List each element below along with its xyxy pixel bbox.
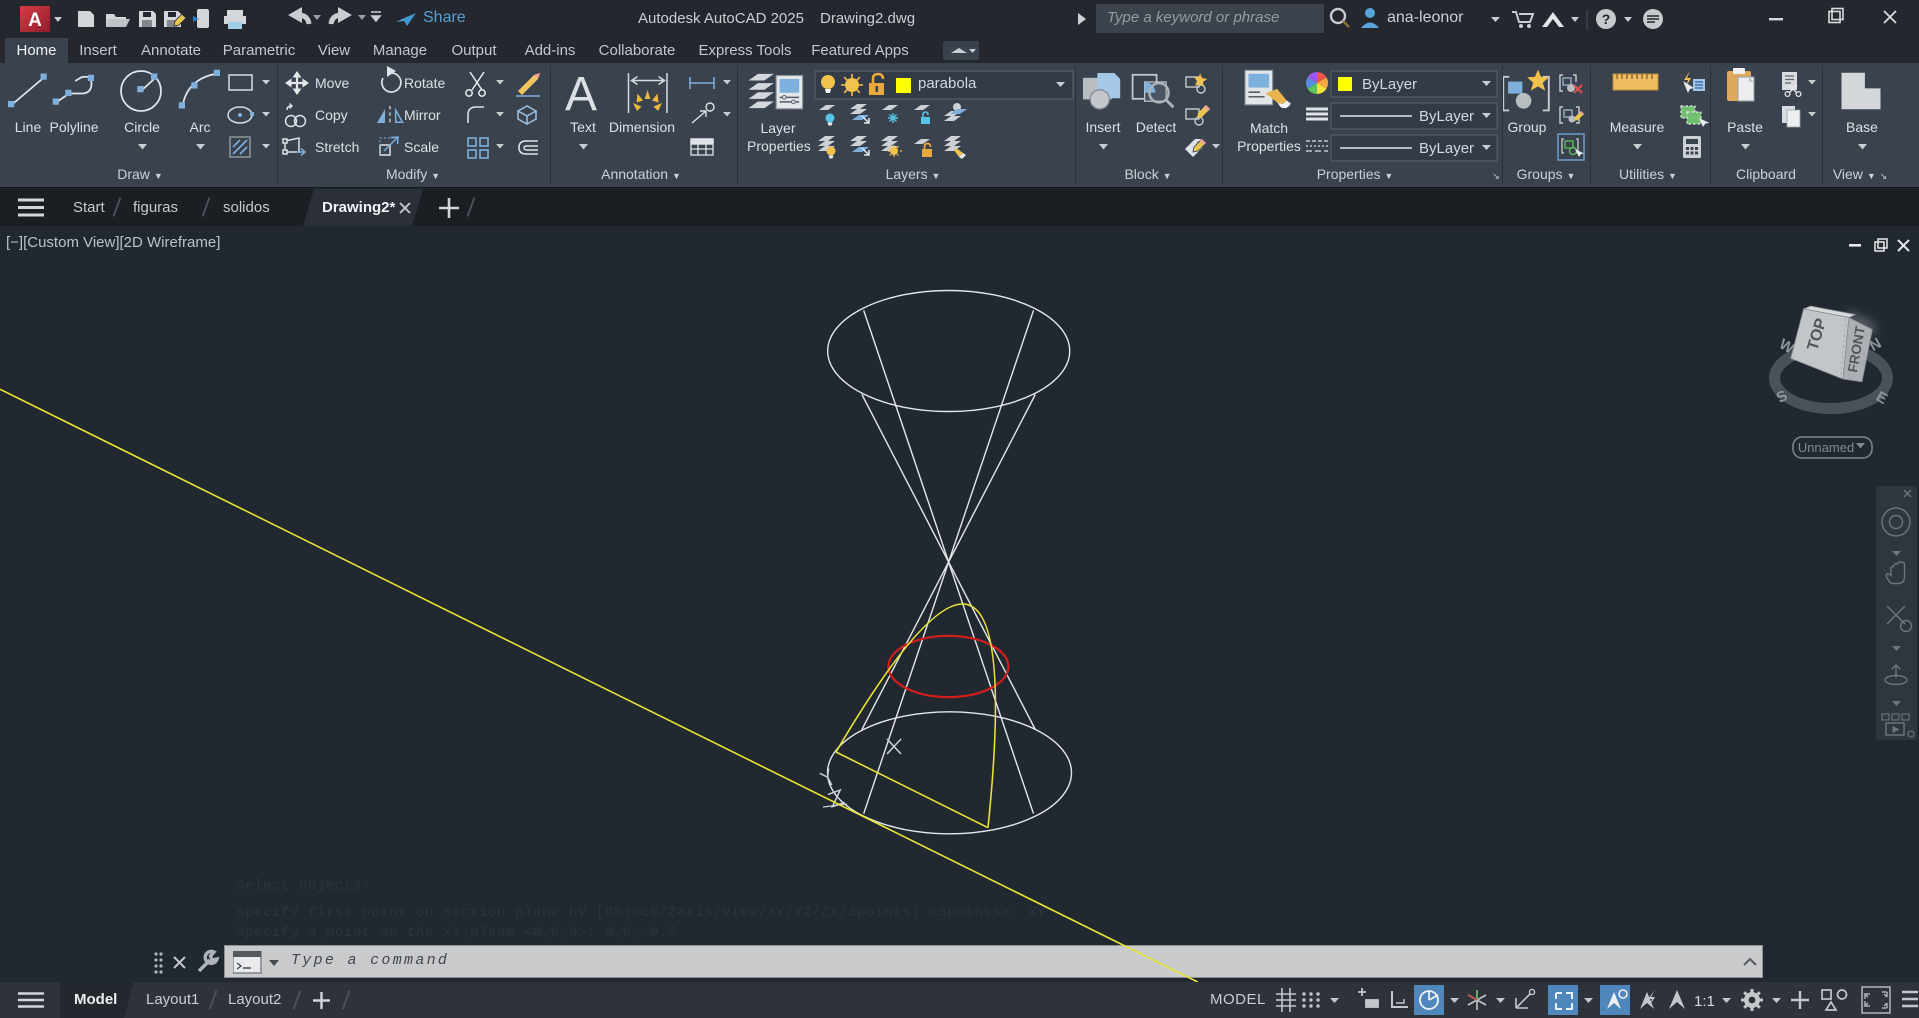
svg-text:1:1: 1:1 bbox=[1694, 993, 1715, 1010]
svg-text:?: ? bbox=[1602, 11, 1611, 27]
svg-text:Select objects:: Select objects: bbox=[236, 878, 371, 894]
svg-text:A: A bbox=[28, 10, 42, 31]
svg-text:A: A bbox=[565, 68, 597, 121]
svg-text:Specify a point on the XY-plan: Specify a point on the XY-plane <0,0,0>:… bbox=[236, 925, 677, 941]
svg-text:Specify first point on Section: Specify first point on Section plane by … bbox=[236, 905, 1046, 921]
